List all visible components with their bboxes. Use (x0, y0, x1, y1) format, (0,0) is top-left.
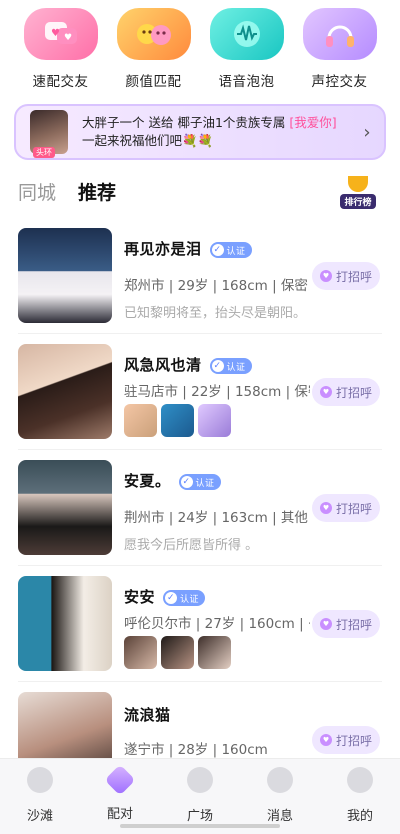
tab-nearby[interactable]: 同城 (18, 178, 56, 205)
divider (18, 681, 382, 682)
banner-text-suffix: 一起来祝福他们吧💐💐 (82, 133, 214, 148)
user-info: 郑州市 | 29岁 | 168cm | 保密 (124, 278, 308, 294)
divider (18, 333, 382, 334)
verified-badge: ✓ 认证 (209, 358, 252, 374)
greet-button[interactable]: ♥ 打招呼 (312, 262, 380, 290)
check-icon: ✓ (180, 476, 193, 488)
avatar-tag: 头环 (33, 147, 55, 158)
list-item[interactable]: 安安 ✓ 认证 呼伦贝尔市 | 27岁 | 160cm | ··· ♥ 打招呼 (0, 576, 400, 692)
heart-icon (27, 767, 53, 793)
quick-voice-bubble[interactable]: 语音泡泡 (204, 8, 290, 90)
nav-profile[interactable]: 我的 (325, 767, 395, 834)
user-info: 荆州市 | 24岁 | 163cm | 其他 (124, 510, 308, 526)
quick-voice-dating[interactable]: 声控交友 (297, 8, 383, 90)
list-item[interactable]: 风急风也清 ✓ 认证 驻马店市 | 22岁 | 158cm | 保密 ♥ 打招呼 (0, 344, 400, 460)
photo-thumb[interactable] (124, 404, 157, 437)
user-name: 流浪猫 (124, 706, 171, 724)
check-icon: ✓ (211, 360, 224, 372)
user-info: 呼伦贝尔市 | 27岁 | 160cm | ··· (124, 616, 310, 632)
feed-tabs: 同城 推荐 (18, 178, 138, 205)
user-name: 安夏。 ✓ 认证 (124, 470, 221, 491)
leaderboard-button[interactable]: 排行榜 (338, 176, 378, 210)
bottom-nav: 沙滩 配对 广场 消息 我的 (0, 758, 400, 834)
user-name: 安安 ✓ 认证 (124, 586, 206, 607)
svg-text:♥: ♥ (64, 33, 72, 43)
user-info: 驻马店市 | 22岁 | 158cm | 保密 (124, 384, 310, 400)
photo-thumb[interactable] (161, 404, 194, 437)
chat-icon (267, 767, 293, 793)
banner-text-prefix: 大胖子一个 送给 椰子油1个贵族专属 (82, 115, 290, 130)
headphones-icon (302, 8, 377, 60)
verified-badge: ✓ 认证 (178, 474, 221, 490)
greet-button[interactable]: ♥ 打招呼 (312, 378, 380, 406)
quick-speed-match[interactable]: ♥ ♥ 速配交友 (18, 8, 104, 90)
quick-face-match[interactable]: 颜值匹配 (111, 8, 197, 90)
banner-text: 大胖子一个 送给 椰子油1个贵族专属 [我爱你] 一起来祝福他们吧💐💐 (82, 114, 356, 150)
nav-label: 广场 (186, 809, 213, 824)
heart-icon: ♥ (319, 386, 332, 398)
photo-thumb[interactable] (161, 636, 194, 669)
greet-button[interactable]: ♥ 打招呼 (312, 494, 380, 522)
heart-icon: ♥ (319, 618, 332, 630)
tab-recommended[interactable]: 推荐 (78, 178, 116, 205)
divider (18, 449, 382, 450)
user-bio: 愿我今后所愿皆所得 。 (124, 538, 259, 553)
greet-button[interactable]: ♥ 打招呼 (312, 726, 380, 754)
quick-label: 语音泡泡 (218, 74, 275, 90)
photo-thumb[interactable] (124, 636, 157, 669)
heart-icon: ♥ (319, 734, 332, 746)
planet-icon (187, 767, 213, 793)
banner-avatar: 头环 (30, 110, 68, 158)
chevron-right-icon: › (363, 121, 371, 143)
user-photo (18, 460, 112, 555)
user-bio: 已知黎明将至，抬头尽是朝阳。 (124, 306, 307, 321)
photo-thumbs (124, 404, 235, 437)
verified-badge: ✓ 认证 (209, 242, 252, 258)
list-item[interactable]: 安夏。 ✓ 认证 荆州市 | 24岁 | 163cm | 其他 愿我今后所愿皆所得 … (0, 460, 400, 576)
face-match-icon (116, 8, 191, 60)
user-photo (18, 344, 112, 439)
photo-thumb[interactable] (198, 404, 231, 437)
nav-label: 我的 (346, 809, 373, 824)
chat-hearts-icon: ♥ ♥ (23, 8, 98, 60)
page: ♥ ♥ 速配交友 颜值匹配 语音泡泡 声控交友 头环 大胖子一个 送给 椰子油1… (0, 0, 400, 834)
puzzle-icon (104, 764, 136, 796)
leaderboard-label: 排行榜 (340, 194, 376, 209)
nav-label: 沙滩 (26, 809, 53, 824)
photo-thumb[interactable] (198, 636, 231, 669)
user-name: 风急风也清 ✓ 认证 (124, 354, 252, 375)
quick-label: 颜值匹配 (125, 74, 182, 90)
heart-icon: ♥ (319, 502, 332, 514)
svg-text:♥: ♥ (51, 28, 60, 39)
verified-badge: ✓ 认证 (163, 590, 206, 606)
user-photo (18, 228, 112, 323)
quick-label: 速配交友 (32, 74, 89, 90)
greet-button[interactable]: ♥ 打招呼 (312, 610, 380, 638)
voice-bubble-icon (209, 8, 284, 60)
user-icon (347, 767, 373, 793)
list-item[interactable]: 再见亦是泪 ✓ 认证 郑州市 | 29岁 | 168cm | 保密 已知黎明将至，抬… (0, 228, 400, 344)
trophy-icon (348, 176, 368, 192)
nav-beach[interactable]: 沙滩 (5, 767, 75, 834)
user-photo (18, 576, 112, 671)
user-name: 再见亦是泪 ✓ 认证 (124, 238, 252, 259)
gift-banner[interactable]: 头环 大胖子一个 送给 椰子油1个贵族专属 [我爱你] 一起来祝福他们吧💐💐 › (14, 104, 386, 160)
nav-label: 消息 (266, 809, 293, 824)
check-icon: ✓ (165, 592, 178, 604)
quick-label: 声控交友 (311, 74, 368, 90)
quick-actions: ♥ ♥ 速配交友 颜值匹配 语音泡泡 声控交友 (0, 8, 400, 90)
check-icon: ✓ (211, 244, 224, 256)
photo-thumbs (124, 636, 235, 669)
banner-highlight: [我爱你] (289, 115, 337, 130)
divider (18, 565, 382, 566)
user-info: 遂宁市 | 28岁 | 160cm (124, 742, 268, 758)
home-indicator (120, 824, 280, 828)
nav-label: 配对 (106, 807, 133, 822)
heart-icon: ♥ (319, 270, 332, 282)
